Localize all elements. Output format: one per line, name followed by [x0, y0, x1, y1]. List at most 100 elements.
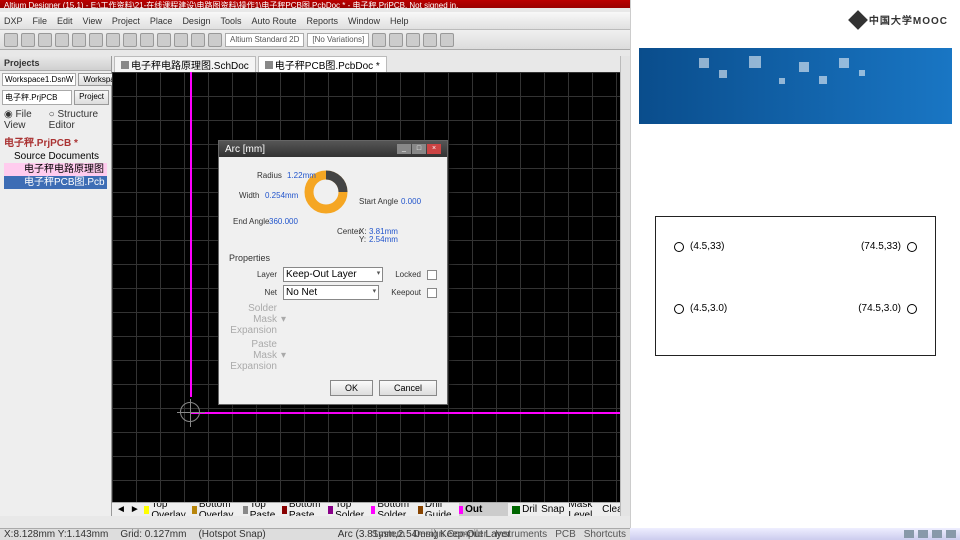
menu-edit[interactable]: Edit [57, 16, 73, 26]
tree-doc-schematic[interactable]: 电子秤电路原理图 [4, 163, 107, 176]
layer-bottom-overlay[interactable]: Bottom Overlay [192, 502, 238, 516]
tool-icon[interactable] [208, 33, 222, 47]
layer-top-overlay[interactable]: Top Overlay [144, 502, 188, 516]
tool-icon[interactable] [440, 33, 454, 47]
menu-bar: DXP File Edit View Project Place Design … [0, 12, 630, 30]
origin-marker [180, 402, 200, 422]
tool-icon[interactable] [372, 33, 386, 47]
tool-icon[interactable] [38, 33, 52, 47]
status-design-compiler[interactable]: Design Compiler [413, 529, 487, 540]
layer-select[interactable]: Keep-Out Layer [283, 267, 383, 282]
tool-icon[interactable] [21, 33, 35, 47]
dialog-max-button[interactable]: □ [412, 144, 426, 154]
toolbar: Altium Standard 2D [No Variations] [0, 30, 630, 50]
structure-radio[interactable]: ○ Structure Editor [49, 109, 107, 131]
point-1: (4.5,33) [674, 241, 724, 252]
net-select[interactable]: No Net [283, 285, 379, 300]
tree-source-docs[interactable]: Source Documents [4, 150, 107, 163]
project-tree: 电子秤.PrjPCB * Source Documents 电子秤电路原理图 电… [0, 133, 111, 193]
center-y-value[interactable]: 2.54mm [369, 235, 398, 244]
tool-icon[interactable] [157, 33, 171, 47]
menu-dxp[interactable]: DXP [4, 16, 23, 26]
tray-icon[interactable] [946, 530, 956, 538]
project-button[interactable]: Project [74, 90, 109, 105]
start-angle-value[interactable]: 0.000 [401, 197, 421, 206]
tool-icon[interactable] [140, 33, 154, 47]
tray-icon[interactable] [904, 530, 914, 538]
status-system[interactable]: System [372, 529, 405, 540]
dialog-close-button[interactable]: × [427, 144, 441, 154]
tool-icon[interactable] [4, 33, 18, 47]
status-shortcuts[interactable]: Shortcuts [584, 529, 626, 540]
fileview-radio[interactable]: ◉ File View [4, 109, 43, 131]
project-select[interactable]: 电子秤.PrjPCB [2, 90, 72, 105]
layer-drill[interactable]: Dril [512, 504, 537, 515]
menu-view[interactable]: View [83, 16, 102, 26]
dialog-min-button[interactable]: _ [397, 144, 411, 154]
layer-top-paste[interactable]: Top Paste [243, 502, 279, 516]
tree-project[interactable]: 电子秤.PrjPCB * [4, 137, 107, 150]
tab-schematic[interactable]: 电子秤电路原理图.SchDoc [114, 56, 256, 72]
vertical-ruler [620, 56, 630, 516]
tool-icon[interactable] [191, 33, 205, 47]
doc-icon [265, 61, 273, 69]
menu-help[interactable]: Help [390, 16, 409, 26]
cube-icon [848, 10, 868, 30]
menu-design[interactable]: Design [182, 16, 210, 26]
tab-pcb[interactable]: 电子秤PCB图.PcbDoc * [258, 56, 387, 72]
layer-bottom-paste[interactable]: Bottom Paste [282, 502, 324, 516]
layer-keep-out[interactable]: Keep-Out Layer [459, 502, 509, 516]
tool-icon[interactable] [174, 33, 188, 47]
tool-icon[interactable] [89, 33, 103, 47]
tool-icon[interactable] [55, 33, 69, 47]
status-instruments[interactable]: Instruments [495, 529, 547, 540]
radius-value[interactable]: 1.22mm [287, 171, 316, 180]
width-label: Width [239, 191, 259, 200]
tool-icon[interactable] [423, 33, 437, 47]
tray-icon[interactable] [932, 530, 942, 538]
menu-place[interactable]: Place [150, 16, 173, 26]
tree-doc-pcb[interactable]: 电子秤PCB图.Pcb * [4, 176, 107, 189]
net-label: Net [229, 288, 277, 297]
tool-icon[interactable] [406, 33, 420, 47]
menu-window[interactable]: Window [348, 16, 380, 26]
layer-tabs: ◄ ► Top Overlay Bottom Overlay Top Paste… [112, 502, 630, 516]
menu-reports[interactable]: Reports [307, 16, 339, 26]
point-2: (74.5,33) [861, 241, 917, 252]
layer-nav-icon[interactable]: ◄ [116, 504, 126, 515]
width-value[interactable]: 0.254mm [265, 191, 298, 200]
properties-heading: Properties [229, 253, 437, 263]
view-mode-select[interactable]: Altium Standard 2D [225, 33, 304, 47]
radius-label: Radius [257, 171, 282, 180]
layer-nav-icon[interactable]: ► [130, 504, 140, 515]
menu-project[interactable]: Project [112, 16, 140, 26]
tool-icon[interactable] [123, 33, 137, 47]
mask-level-button[interactable]: Mask Level [568, 502, 598, 516]
menu-tools[interactable]: Tools [220, 16, 241, 26]
snap-button[interactable]: Snap [541, 504, 564, 515]
tool-icon[interactable] [106, 33, 120, 47]
variation-select[interactable]: [No Variations] [307, 33, 369, 47]
status-pcb[interactable]: PCB [555, 529, 576, 540]
menu-autoroute[interactable]: Auto Route [251, 16, 296, 26]
tray-icon[interactable] [918, 530, 928, 538]
cancel-button[interactable]: Cancel [379, 380, 437, 396]
point-4: (74.5,3.0) [858, 303, 917, 314]
end-angle-value[interactable]: 360.000 [269, 217, 298, 226]
keepout-label: Keepout [391, 288, 421, 297]
keepout-line [190, 72, 192, 397]
status-hotspot: (Hotspot Snap) [198, 529, 265, 540]
menu-file[interactable]: File [33, 16, 48, 26]
layer-top-solder[interactable]: Top Solder [328, 502, 367, 516]
locked-checkbox[interactable] [427, 270, 437, 280]
layer-bottom-solder[interactable]: Bottom Solder [371, 502, 414, 516]
doc-icon [121, 61, 129, 69]
projects-panel: Projects Workspace1.DsnW Workspace 电子秤.P… [0, 56, 112, 516]
layer-drill-guide[interactable]: Drill Guide [418, 502, 455, 516]
workspace-select[interactable]: Workspace1.DsnW [2, 73, 76, 86]
tool-icon[interactable] [72, 33, 86, 47]
ok-button[interactable]: OK [330, 380, 373, 396]
blue-banner [639, 48, 952, 124]
keepout-checkbox[interactable] [427, 288, 437, 298]
tool-icon[interactable] [389, 33, 403, 47]
